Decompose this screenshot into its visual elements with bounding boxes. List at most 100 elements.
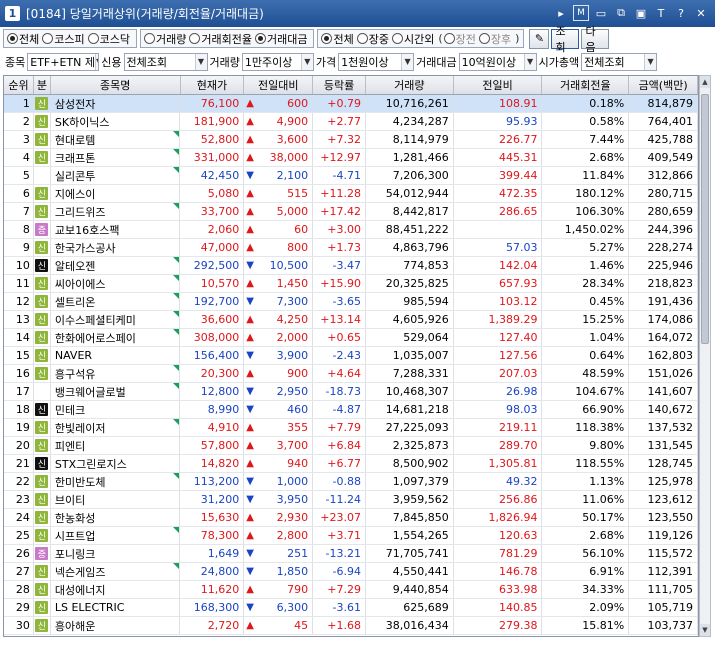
query-button[interactable]: 조회: [551, 25, 580, 54]
col-header-class[interactable]: 분: [34, 76, 51, 94]
cell-name[interactable]: 알테오젠: [51, 257, 181, 274]
vertical-scrollbar[interactable]: ▲ ▼: [699, 75, 711, 637]
table-row[interactable]: 6 신 지에스이 5,080 ▲ 515 +11.28 54,012,944 47…: [4, 185, 698, 203]
table-row[interactable]: 10 신 알테오젠 292,500 ▼ 10,500 -3.47 774,853 …: [4, 257, 698, 275]
col-header-volume[interactable]: 거래량: [366, 76, 454, 94]
cell-name[interactable]: 뱅크웨어글로벌: [51, 383, 181, 400]
table-row[interactable]: 8 증 교보16호스팩 2,060 ▲ 60 +3.00 88,451,222 1…: [4, 221, 698, 239]
scroll-up-icon[interactable]: ▲: [700, 76, 710, 88]
table-row[interactable]: 20 신 피엔티 57,800 ▲ 3,700 +6.84 2,325,873 2…: [4, 437, 698, 455]
col-header-amount[interactable]: 금액(백만): [629, 76, 698, 94]
tool-button[interactable]: ✎: [529, 28, 550, 49]
cell-name[interactable]: 한농화성: [51, 509, 181, 526]
col-header-pct[interactable]: 등락률: [313, 76, 366, 94]
table-row[interactable]: 15 신 NAVER 156,400 ▼ 3,900 -2.43 1,035,00…: [4, 347, 698, 365]
table-row[interactable]: 14 신 한화에어로스페이 308,000 ▲ 2,000 +0.65 529,0…: [4, 329, 698, 347]
amount-select[interactable]: 10억원이상 ▼: [458, 52, 537, 71]
table-row[interactable]: 2 신 SK하이닉스 181,900 ▲ 4,900 +2.77 4,234,28…: [4, 113, 698, 131]
market-radio-all[interactable]: 전체: [7, 31, 39, 47]
table-row[interactable]: 26 증 포니링크 1,649 ▼ 251 -13.21 71,705,741 7…: [4, 545, 698, 563]
cell-name[interactable]: 시프트업: [51, 527, 181, 544]
sort-radio-amount[interactable]: 거래대금: [254, 31, 307, 47]
market-radio-kospi[interactable]: 코스피: [42, 31, 85, 47]
help-icon[interactable]: ?: [673, 5, 689, 21]
link-icon[interactable]: ⧉: [613, 5, 629, 21]
cell-name[interactable]: 지에스이: [51, 185, 181, 202]
cap-select[interactable]: 전체조회 ▼: [581, 52, 658, 71]
table-row[interactable]: 11 신 씨아이에스 10,570 ▲ 1,450 +15.90 20,325,8…: [4, 275, 698, 293]
cell-name[interactable]: 흥구석유: [51, 365, 181, 382]
cell-name[interactable]: 한빛레이저: [51, 419, 181, 436]
table-row[interactable]: 3 신 현대로템 52,800 ▲ 3,600 +7.32 8,114,979 2…: [4, 131, 698, 149]
credit-select[interactable]: 전체조회 ▼: [123, 52, 208, 71]
table-row[interactable]: 18 신 민테크 8,990 ▼ 460 -4.87 14,681,218 98.…: [4, 401, 698, 419]
cell-name[interactable]: 피엔티: [51, 437, 181, 454]
col-header-price[interactable]: 현재가: [181, 76, 245, 94]
table-row[interactable]: 29 신 LS ELECTRIC 168,300 ▼ 6,300 -3.61 62…: [4, 599, 698, 617]
table-row[interactable]: 28 신 대성에너지 11,620 ▲ 790 +7.29 9,440,854 6…: [4, 581, 698, 599]
cell-name[interactable]: LS ELECTRIC: [51, 599, 181, 616]
table-row[interactable]: 17 뱅크웨어글로벌 12,800 ▼ 2,950 -18.73 10,468,3…: [4, 383, 698, 401]
cell-name[interactable]: 그리드위즈: [51, 203, 181, 220]
cell-name[interactable]: 한화에어로스페이: [51, 329, 181, 346]
session-radio-all[interactable]: 전체: [321, 31, 354, 47]
table-row[interactable]: 7 신 그리드위즈 33,700 ▲ 5,000 +17.42 8,442,817…: [4, 203, 698, 221]
cell-name[interactable]: 민테크: [51, 401, 181, 418]
cell-name[interactable]: 현대로템: [51, 131, 181, 148]
sort-radio-volume[interactable]: 거래량: [144, 31, 186, 47]
table-row[interactable]: 5 실리콘투 42,450 ▼ 2,100 -4.71 7,206,300 399…: [4, 167, 698, 185]
volume-select[interactable]: 1만주이상 ▼: [241, 52, 314, 71]
sort-radio-turnover[interactable]: 거래회전율: [189, 31, 252, 47]
table-row[interactable]: 24 신 한농화성 15,630 ▲ 2,930 +23.07 7,845,850…: [4, 509, 698, 527]
table-row[interactable]: 22 신 한미반도체 113,200 ▼ 1,000 -0.88 1,097,37…: [4, 473, 698, 491]
next-button[interactable]: 다음: [581, 25, 610, 54]
table-row[interactable]: 16 신 흥구석유 20,300 ▲ 900 +4.64 7,288,331 20…: [4, 365, 698, 383]
cell-name[interactable]: 흥아해운: [51, 617, 181, 634]
cell-name[interactable]: 교보16호스팩: [51, 221, 181, 238]
layout-icon[interactable]: ▭: [593, 5, 609, 21]
font-icon[interactable]: T: [653, 5, 669, 21]
col-header-change[interactable]: 전일대비: [244, 76, 314, 94]
col-header-name[interactable]: 종목명: [51, 76, 181, 94]
table-row[interactable]: 13 신 이수스페셜티케미 36,600 ▲ 4,250 +13.14 4,605…: [4, 311, 698, 329]
cell-name[interactable]: 실리콘투: [51, 167, 181, 184]
stock-select[interactable]: ETF+ETN 제▼: [27, 52, 100, 71]
afterhours-radio-post[interactable]: 장후: [478, 31, 511, 47]
table-row[interactable]: 9 신 한국가스공사 47,000 ▲ 800 +1.73 4,863,796 5…: [4, 239, 698, 257]
window-icon[interactable]: ▣: [633, 5, 649, 21]
market-radio-kosdaq[interactable]: 코스닥: [87, 31, 130, 47]
table-row[interactable]: 1 신 삼성전자 76,100 ▲ 600 +0.79 10,716,261 10…: [4, 95, 698, 113]
cell-name[interactable]: 셀트리온: [51, 293, 181, 310]
table-row[interactable]: 27 신 넥슨게임즈 24,800 ▼ 1,850 -6.94 4,550,441…: [4, 563, 698, 581]
col-header-prev-ratio[interactable]: 전일비: [454, 76, 543, 94]
scroll-thumb[interactable]: [701, 94, 709, 344]
table-row[interactable]: 23 신 브이티 31,200 ▼ 3,950 -11.24 3,959,562 …: [4, 491, 698, 509]
cell-name[interactable]: 넥슨게임즈: [51, 563, 181, 580]
cell-name[interactable]: 크래프톤: [51, 149, 181, 166]
session-radio-regular[interactable]: 장중: [356, 31, 389, 47]
table-row[interactable]: 21 신 STX그린로지스 14,820 ▲ 940 +6.77 8,500,90…: [4, 455, 698, 473]
cell-name[interactable]: NAVER: [51, 347, 181, 364]
dropdown-arrow-icon[interactable]: ▸: [553, 5, 569, 21]
cell-name[interactable]: 씨아이에스: [51, 275, 181, 292]
session-radio-afterhours[interactable]: 시간외: [391, 31, 434, 47]
table-row[interactable]: 19 신 한빛레이저 4,910 ▲ 355 +7.79 27,225,093 2…: [4, 419, 698, 437]
afterhours-radio-pre[interactable]: 장전: [443, 31, 476, 47]
cell-name[interactable]: 삼성전자: [51, 95, 181, 112]
cell-name[interactable]: STX그린로지스: [51, 455, 181, 472]
price-select[interactable]: 1천원이상 ▼: [338, 52, 415, 71]
cell-name[interactable]: 한국가스공사: [51, 239, 181, 256]
cell-name[interactable]: 이수스페셜티케미: [51, 311, 181, 328]
col-header-rank[interactable]: 순위: [4, 76, 34, 94]
col-header-turnover[interactable]: 거래회전율: [542, 76, 630, 94]
close-icon[interactable]: ✕: [693, 5, 709, 21]
table-row[interactable]: 25 신 시프트업 78,300 ▲ 2,800 +3.71 1,554,265 …: [4, 527, 698, 545]
m-icon[interactable]: M: [573, 5, 589, 21]
table-row[interactable]: 4 신 크래프톤 331,000 ▲ 38,000 +12.97 1,281,46…: [4, 149, 698, 167]
cell-name[interactable]: 브이티: [51, 491, 181, 508]
table-row[interactable]: 12 신 셀트리온 192,700 ▼ 7,300 -3.65 985,594 1…: [4, 293, 698, 311]
cell-name[interactable]: SK하이닉스: [51, 113, 181, 130]
cell-name[interactable]: 한미반도체: [51, 473, 181, 490]
cell-name[interactable]: 포니링크: [51, 545, 181, 562]
scroll-down-icon[interactable]: ▼: [700, 624, 710, 636]
